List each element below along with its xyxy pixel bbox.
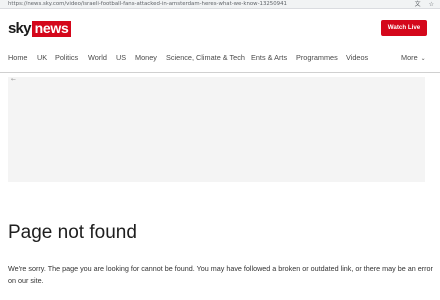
ad-placeholder: ←: [8, 76, 425, 182]
watch-live-button[interactable]: Watch Live: [381, 20, 427, 36]
nav-item-science[interactable]: Science, Climate & Tech: [166, 42, 245, 73]
nav-item-home[interactable]: Home: [8, 42, 27, 73]
address-bar-icons: 文 ☆: [415, 0, 434, 9]
nav-item-world[interactable]: World: [88, 42, 107, 73]
address-url[interactable]: https://news.sky.com/video/israeli-footb…: [8, 0, 287, 9]
nav-more-label: More: [401, 53, 418, 62]
nav-item-videos[interactable]: Videos: [346, 42, 368, 73]
nav-item-ents-arts[interactable]: Ents & Arts: [251, 42, 287, 73]
nav-item-uk[interactable]: UK: [37, 42, 47, 73]
translate-icon[interactable]: 文: [415, 0, 421, 9]
nav-more-menu[interactable]: More ⌄: [401, 42, 426, 73]
sky-news-logo[interactable]: sky news: [8, 20, 72, 37]
logo-news-text: news: [31, 21, 72, 37]
chevron-down-icon: ⌄: [420, 56, 426, 62]
nav-item-us[interactable]: US: [116, 42, 126, 73]
main-nav: Home UK Politics World US Money Science,…: [0, 42, 440, 73]
error-message: We're sorry. The page you are looking fo…: [8, 264, 433, 285]
nav-item-programmes[interactable]: Programmes: [296, 42, 338, 73]
nav-item-money[interactable]: Money: [135, 42, 157, 73]
logo-sky-text: sky: [8, 20, 31, 37]
star-icon[interactable]: ☆: [429, 0, 434, 9]
page-title: Page not found: [8, 222, 137, 243]
site-header: sky news Watch Live: [0, 9, 440, 42]
nav-item-politics[interactable]: Politics: [55, 42, 78, 73]
arrow-left-icon[interactable]: ←: [11, 76, 16, 83]
browser-address-bar: https://news.sky.com/video/israeli-footb…: [0, 0, 440, 9]
